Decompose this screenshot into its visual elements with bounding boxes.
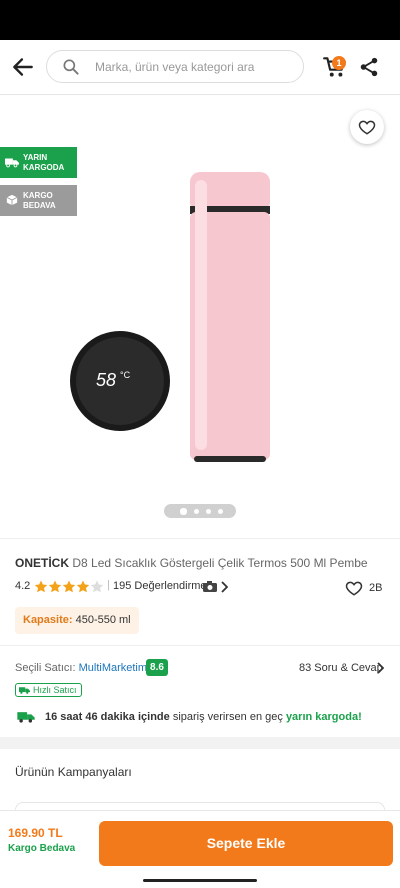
product-title: ONETİCK D8 Led Sıcaklık Göstergeli Çelik… xyxy=(15,556,385,570)
chevron-right-icon xyxy=(221,581,228,593)
gallery-dot[interactable] xyxy=(206,509,211,514)
box-icon xyxy=(6,194,18,206)
product-image-gallery[interactable]: YARIN KARGODA KARGO BEDAVA 58 °C xyxy=(0,96,400,536)
capacity-label: Kapasite: xyxy=(23,614,73,626)
rating-separator: | xyxy=(107,579,110,591)
thermos-display-temp: 58 xyxy=(96,370,116,390)
delivery-text: 16 saat 46 dakika içinde sipariş verirse… xyxy=(45,711,362,723)
search-input[interactable]: Marka, ürün veya kategori ara xyxy=(46,50,304,83)
delivery-highlight: yarın kargoda! xyxy=(285,711,362,723)
search-icon xyxy=(63,59,79,75)
capacity-variant[interactable]: Kapasite: 450-550 ml xyxy=(15,607,139,634)
seller-name-link[interactable]: MultiMarketim xyxy=(79,662,147,674)
cart-count-badge: 1 xyxy=(332,56,346,70)
campaigns-title: Ürünün Kampanyaları xyxy=(15,765,132,779)
bottom-action-bar: 169.90 TL Kargo Bedava Sepete Ekle xyxy=(0,810,400,888)
product-price: 169.90 TL xyxy=(8,826,63,840)
review-count[interactable]: 195 Değerlendirme xyxy=(113,580,207,592)
camera-icon xyxy=(203,581,217,592)
delivery-middle: sipariş verirsen en geç xyxy=(172,711,283,723)
seller-label-text: Seçili Satıcı: xyxy=(15,662,76,674)
home-indicator[interactable] xyxy=(143,879,257,882)
gallery-dot[interactable] xyxy=(194,509,199,514)
gallery-dot-active[interactable] xyxy=(180,508,187,515)
chevron-right-icon[interactable] xyxy=(376,662,384,674)
capacity-value: 450-550 ml xyxy=(75,614,131,626)
rating-value: 4.2 xyxy=(15,580,31,592)
seller-label: Seçili Satıcı: MultiMarketim xyxy=(15,662,147,674)
favorite-count-value: 2B xyxy=(369,582,383,594)
delivery-truck-icon xyxy=(17,712,35,723)
rating-stars xyxy=(34,580,104,593)
truck-icon xyxy=(5,158,19,168)
product-image: 58 °C xyxy=(70,172,270,462)
gallery-dot[interactable] xyxy=(218,509,223,514)
favorite-button[interactable] xyxy=(350,110,384,144)
search-placeholder: Marka, ürün veya kategori ara xyxy=(95,60,255,74)
gallery-pagination[interactable] xyxy=(164,504,236,518)
thermos-display-unit: °C xyxy=(120,370,131,380)
seller-section: Seçili Satıcı: MultiMarketim 8.6 83 Soru… xyxy=(0,645,400,737)
delivery-countdown: 16 saat 46 dakika içinde xyxy=(45,711,170,723)
back-arrow-icon[interactable] xyxy=(10,54,36,80)
fast-seller-text: Hızlı Satıcı xyxy=(33,685,77,695)
heart-outline-icon xyxy=(345,581,363,596)
share-icon[interactable] xyxy=(358,56,380,78)
product-name: D8 Led Sıcaklık Göstergeli Çelik Termos … xyxy=(72,556,368,570)
product-info: ONETİCK D8 Led Sıcaklık Göstergeli Çelik… xyxy=(0,538,400,644)
seller-score-badge: 8.6 xyxy=(146,659,168,676)
fast-truck-icon xyxy=(19,687,30,694)
heart-icon xyxy=(358,120,376,135)
product-brand[interactable]: ONETİCK xyxy=(15,556,69,570)
free-shipping-label: Kargo Bedava xyxy=(8,843,76,854)
add-to-cart-button[interactable]: Sepete Ekle xyxy=(99,821,393,866)
questions-answers-link[interactable]: 83 Soru & Cevap xyxy=(299,662,383,674)
next-day-shipping-text: YARIN KARGODA xyxy=(23,153,65,172)
section-divider xyxy=(0,737,400,749)
status-bar xyxy=(0,0,400,40)
fast-seller-badge: Hızlı Satıcı xyxy=(15,683,82,697)
free-shipping-text: KARGO BEDAVA xyxy=(23,191,56,210)
